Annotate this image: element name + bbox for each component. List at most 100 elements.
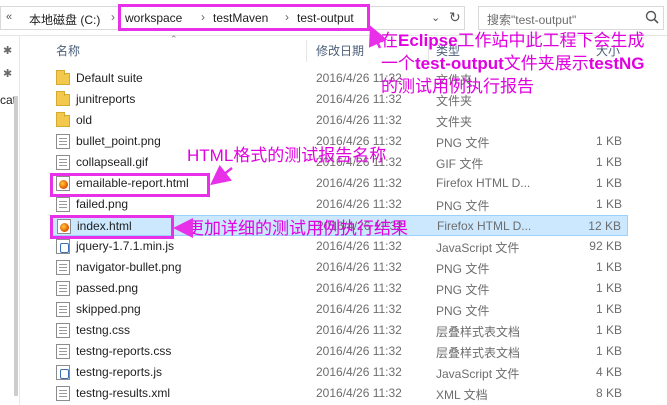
file-name: testng-results.xml [76, 386, 171, 400]
file-size: 12 KB [588, 219, 621, 233]
javascript-file-icon [56, 239, 70, 254]
file-type: JavaScript 文件 [436, 241, 520, 255]
file-type: JavaScript 文件 [436, 367, 520, 381]
file-icon [56, 302, 70, 317]
search-input[interactable]: 搜索"test-output" [487, 11, 576, 28]
file-row[interactable]: failed.png 2016/4/26 11:32 PNG 文件 1 KB [50, 194, 628, 215]
file-date: 2016/4/26 11:32 [316, 323, 402, 337]
file-type: PNG 文件 [436, 262, 490, 276]
search-box[interactable]: 搜索"test-output" [478, 6, 664, 30]
file-size: 1 KB [595, 323, 622, 337]
file-icon [56, 260, 70, 275]
file-type: 文件夹 [436, 115, 473, 129]
nav-scrollbar[interactable] [14, 96, 18, 396]
file-size: 1 KB [595, 302, 622, 316]
file-date: 2016/4/26 11:32 [316, 239, 402, 253]
file-type: XML 文档 [436, 388, 488, 402]
file-size: 1 KB [595, 176, 622, 190]
file-date: 2016/4/26 11:32 [316, 113, 402, 127]
file-row[interactable]: testng.css 2016/4/26 11:32 层叠样式表文档 1 KB [50, 320, 628, 341]
file-date: 2016/4/26 11:32 [316, 176, 402, 190]
file-name: jquery-1.7.1.min.js [76, 239, 175, 253]
file-name: failed.png [76, 197, 129, 211]
file-icon [56, 281, 70, 296]
file-type: PNG 文件 [436, 199, 490, 213]
file-type: PNG 文件 [436, 283, 490, 297]
highlight-box-emailable [50, 173, 210, 197]
file-row[interactable]: old 2016/4/26 11:32 文件夹 [50, 110, 628, 131]
breadcrumb-separator[interactable]: › [111, 10, 115, 24]
highlight-box-path [118, 4, 370, 31]
search-icon[interactable] [644, 9, 662, 27]
file-type: GIF 文件 [436, 157, 484, 171]
file-size: 1 KB [595, 260, 622, 274]
file-row[interactable]: skipped.png 2016/4/26 11:32 PNG 文件 1 KB [50, 299, 628, 320]
file-icon [56, 323, 70, 338]
file-row[interactable]: passed.png 2016/4/26 11:32 PNG 文件 1 KB [50, 278, 628, 299]
file-date: 2016/4/26 11:32 [316, 386, 402, 400]
file-date: 2016/4/26 11:32 [316, 365, 402, 379]
file-name: testng-reports.css [76, 344, 172, 358]
annotation-top-line1: 在Eclipse工作站中此工程下会生成 [381, 31, 645, 50]
file-size: 1 KB [595, 197, 622, 211]
file-type: Firefox HTML D... [437, 219, 532, 233]
annotation-html-report: HTML格式的测试报告名称 [187, 146, 387, 165]
file-type: PNG 文件 [436, 136, 490, 150]
file-type: 层叠样式表文档 [436, 325, 521, 339]
file-icon [56, 134, 70, 149]
file-row[interactable]: navigator-bullet.png 2016/4/26 11:32 PNG 文… [50, 257, 628, 278]
file-row[interactable]: testng-reports.css 2016/4/26 11:32 层叠样式表文档… [50, 341, 628, 362]
file-size: 92 KB [589, 239, 622, 253]
file-icon [56, 386, 70, 401]
file-size: 1 KB [595, 281, 622, 295]
pin-icon[interactable]: ✱ [3, 44, 12, 57]
file-date: 2016/4/26 11:32 [316, 260, 402, 274]
file-date: 2016/4/26 11:32 [316, 344, 402, 358]
navigation-pane: ✱ ✱ cat [0, 36, 20, 405]
file-name: bullet_point.png [76, 134, 161, 148]
file-name: skipped.png [76, 302, 141, 316]
file-name: navigator-bullet.png [76, 260, 182, 274]
file-name: testng.css [76, 323, 131, 337]
breadcrumb-drive[interactable]: 本地磁盘 (C:) [29, 11, 100, 28]
pin-icon[interactable]: ✱ [3, 67, 12, 80]
highlight-box-index [50, 215, 174, 239]
refresh-icon[interactable]: ↻ [449, 9, 461, 26]
chevron-down-icon[interactable]: ⌄ [431, 11, 440, 24]
file-date: 2016/4/26 11:32 [316, 197, 402, 211]
file-name: Default suite [76, 71, 143, 85]
folder-icon [56, 112, 70, 127]
file-row[interactable]: junitreports 2016/4/26 11:32 文件夹 [50, 89, 628, 110]
file-explorer-window: « 本地磁盘 (C:) › workspace › testMaven › te… [0, 0, 667, 405]
file-type: Firefox HTML D... [436, 176, 531, 190]
chevron-left-icon[interactable]: « [6, 11, 12, 23]
file-name: passed.png [76, 281, 139, 295]
javascript-file-icon [56, 365, 70, 380]
file-row[interactable]: jquery-1.7.1.min.js 2016/4/26 11:32 JavaSc… [50, 236, 628, 257]
file-icon [56, 197, 70, 212]
sort-chevron-icon: ⌃ [170, 34, 178, 44]
file-name: junitreports [76, 92, 136, 106]
file-date: 2016/4/26 11:32 [316, 302, 402, 316]
column-header-name[interactable]: 名称 [56, 42, 80, 62]
file-type: PNG 文件 [436, 304, 490, 318]
file-size: 1 KB [595, 155, 622, 169]
file-type: 层叠样式表文档 [436, 346, 521, 360]
column-divider[interactable] [306, 40, 307, 62]
annotation-top-line2: 一个test-output文件夹展示testNG [381, 54, 645, 73]
folder-icon [56, 70, 70, 85]
file-row[interactable]: testng-results.xml 2016/4/26 11:32 XML 文档 8… [50, 383, 628, 404]
file-date: 2016/4/26 11:32 [316, 281, 402, 295]
file-name: collapseall.gif [76, 155, 149, 169]
file-size: 1 KB [595, 134, 622, 148]
file-icon [56, 344, 70, 359]
file-size: 4 KB [595, 365, 622, 379]
file-row[interactable]: testng-reports.js 2016/4/26 11:32 JavaScri… [50, 362, 628, 383]
file-size: 8 KB [595, 386, 622, 400]
annotation-index-detail: 更加详细的测试用例执行结果 [187, 219, 408, 238]
folder-icon [56, 91, 70, 106]
file-name: old [76, 113, 93, 127]
column-header-date[interactable]: 修改日期 [316, 42, 364, 62]
file-size: 1 KB [595, 344, 622, 358]
file-icon [56, 155, 70, 170]
